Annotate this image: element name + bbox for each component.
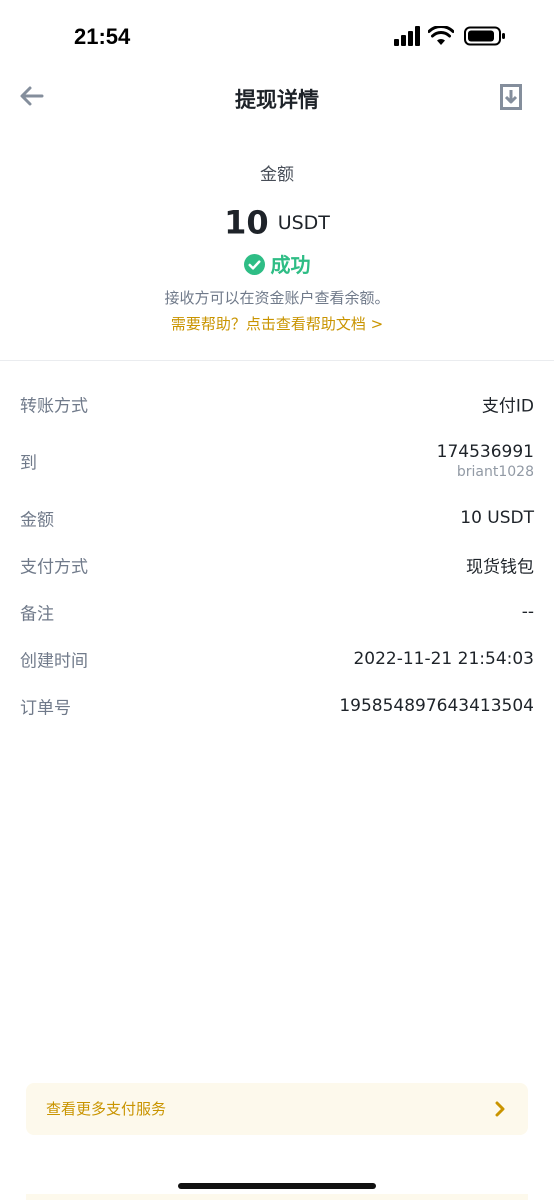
wifi-icon — [428, 26, 454, 45]
recipient-username: briant1028 — [456, 463, 534, 480]
row-label: 创建时间 — [20, 651, 88, 671]
withdraw-summary: 金额 10 USDT 成功 接收方可以在资金账户查看余额。 需要帮助？点击查看帮… — [0, 160, 554, 336]
detail-row-transfer-method: 转账方式 支付ID — [0, 380, 554, 427]
success-check-icon — [243, 254, 265, 275]
nav-bar: 提现详情 — [0, 72, 554, 122]
home-indicator — [178, 1183, 376, 1189]
chevron-right-icon — [495, 1101, 505, 1117]
signal-icon — [394, 26, 420, 46]
status-text: 成功 — [270, 253, 311, 277]
row-label: 备注 — [20, 604, 54, 624]
row-value: 2022-11-21 21:54:03 — [353, 648, 534, 669]
promo-label: 查看更多支付服务 — [46, 1100, 167, 1118]
row-label: 转账方式 — [20, 396, 88, 416]
row-label: 金额 — [20, 510, 54, 530]
recipient-id: 174536991 — [436, 441, 534, 462]
detail-row-order-number: 订单号 195854897643413504 — [0, 682, 554, 729]
summary-note: 接收方可以在资金账户查看余额。 — [164, 289, 390, 307]
status-line: 成功 — [0, 248, 554, 282]
divider — [0, 360, 554, 361]
row-value: 10 USDT — [460, 507, 534, 528]
row-label: 订单号 — [20, 698, 71, 718]
row-value: -- — [521, 601, 534, 622]
amount-value: 10 — [224, 203, 269, 242]
more-payment-services-button[interactable]: 查看更多支付服务 — [26, 1083, 528, 1135]
details-list: 转账方式 支付ID 到 174536991 briant1028 金额 10 U… — [0, 380, 554, 729]
detail-row-payment-method: 支付方式 现货钱包 — [0, 541, 554, 588]
detail-row-recipient: 到 174536991 briant1028 — [0, 427, 554, 494]
row-value: 支付ID — [481, 396, 534, 416]
help-link[interactable]: 需要帮助？点击查看帮助文档 > — [0, 312, 554, 336]
row-label: 支付方式 — [20, 557, 88, 577]
detail-row-note: 备注 -- — [0, 588, 554, 635]
page-title: 提现详情 — [235, 88, 319, 112]
amount-line: 10 USDT — [0, 202, 554, 242]
amount-currency: USDT — [277, 211, 330, 234]
row-label: 到 — [20, 453, 37, 473]
row-value: 现货钱包 — [466, 557, 534, 577]
download-share-icon[interactable] — [498, 82, 524, 112]
status-time: 21:54 — [74, 24, 131, 49]
battery-icon — [464, 26, 505, 46]
amount-label: 金额 — [260, 165, 294, 185]
recipient-value: 174536991 briant1028 — [437, 442, 534, 480]
bottom-strip — [26, 1194, 528, 1200]
row-value: 195854897643413504 — [339, 695, 534, 716]
status-bar: 21:54 — [0, 0, 554, 72]
detail-row-created-time: 创建时间 2022-11-21 21:54:03 — [0, 635, 554, 682]
detail-row-amount: 金额 10 USDT — [0, 494, 554, 541]
